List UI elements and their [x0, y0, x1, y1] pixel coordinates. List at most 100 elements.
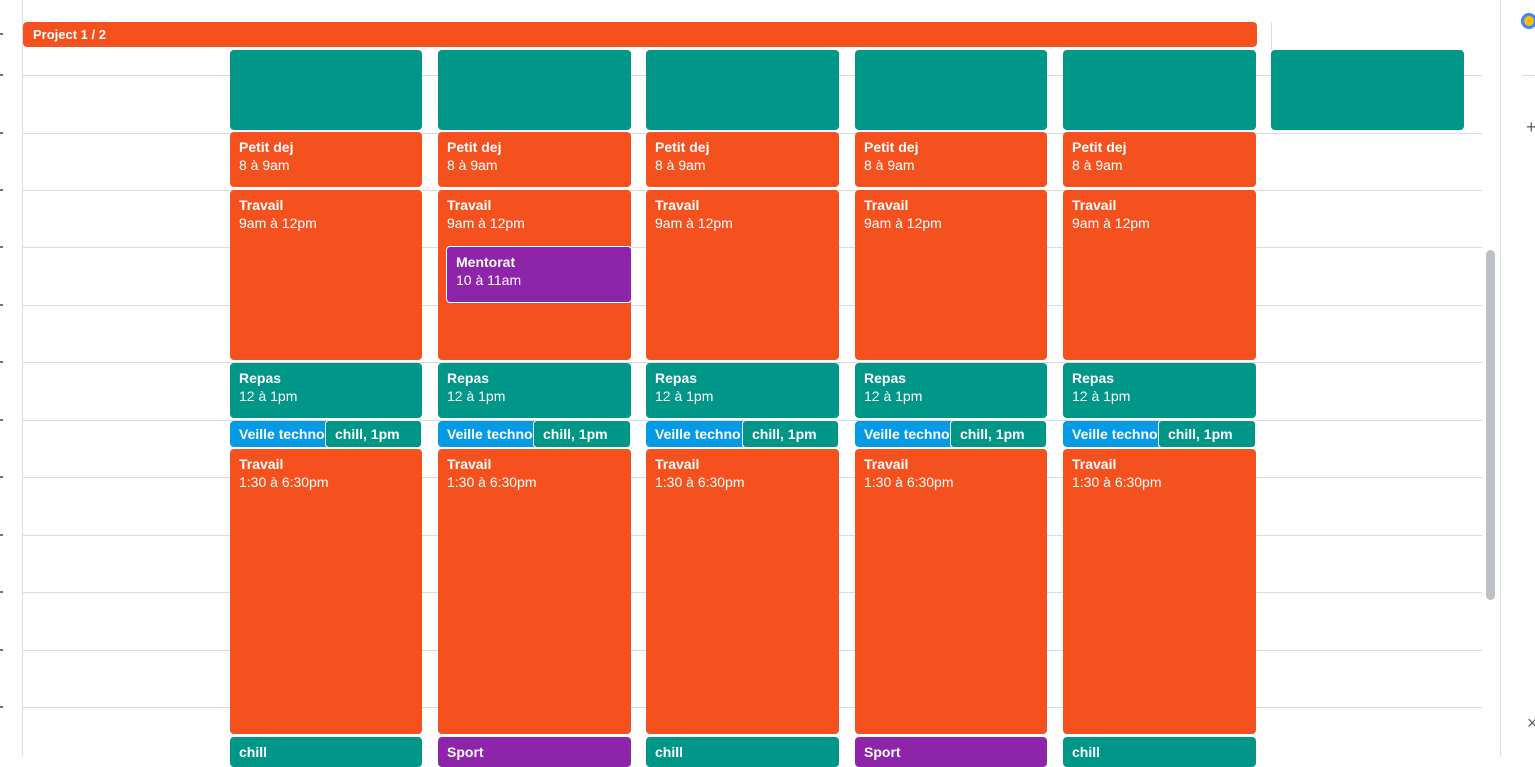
- event-petit-dej[interactable]: Petit dej 8 à 9am: [230, 132, 422, 187]
- event-title: chill: [655, 744, 684, 760]
- event-time: 12 à 1pm: [239, 388, 298, 404]
- event-time: 9am à 12pm: [655, 215, 733, 231]
- time-tick: [0, 132, 3, 134]
- event-block-weekend[interactable]: [1271, 50, 1464, 130]
- time-tick: [0, 189, 3, 191]
- side-panel-separator: [1522, 75, 1535, 76]
- event-chill-1pm[interactable]: chill, 1pm: [325, 420, 422, 448]
- event-travail-am[interactable]: Travail 9am à 12pm: [1063, 190, 1256, 360]
- event-veille-techno[interactable]: Veille techno: [438, 421, 538, 447]
- event-repas[interactable]: Repas 12 à 1pm: [1063, 363, 1256, 418]
- event-time: 12 à 1pm: [655, 388, 714, 404]
- event-time: 8 à 9am: [239, 157, 290, 173]
- event-chill-1pm[interactable]: chill, 1pm: [742, 420, 839, 448]
- event-time: 9am à 12pm: [239, 215, 317, 231]
- time-gutter-divider: [22, 0, 23, 756]
- event-chill-1pm[interactable]: chill, 1pm: [533, 420, 631, 448]
- event-time: 9am à 12pm: [864, 215, 942, 231]
- event-time: 10 à 11am: [456, 272, 522, 288]
- event-block-early[interactable]: [1063, 50, 1256, 130]
- event-evening[interactable]: Sport: [438, 737, 631, 767]
- close-icon[interactable]: ×: [1527, 714, 1535, 732]
- event-time: 8 à 9am: [655, 157, 706, 173]
- event-veille-techno[interactable]: Veille techno: [1063, 421, 1163, 447]
- event-travail-am[interactable]: Travail 9am à 12pm: [855, 190, 1047, 360]
- event-time: 1:30 à 6:30pm: [864, 474, 954, 490]
- event-veille-techno[interactable]: Veille techno: [855, 421, 955, 447]
- time-tick: [0, 591, 3, 593]
- event-time: 8 à 9am: [447, 157, 498, 173]
- event-evening[interactable]: chill: [646, 737, 839, 767]
- event-travail-pm[interactable]: Travail 1:30 à 6:30pm: [230, 449, 422, 734]
- event-travail-am[interactable]: Travail 9am à 12pm: [230, 190, 422, 360]
- time-tick: [0, 246, 3, 248]
- event-evening[interactable]: chill: [1063, 737, 1256, 767]
- event-time: 1:30 à 6:30pm: [239, 474, 329, 490]
- event-petit-dej[interactable]: Petit dej 8 à 9am: [1063, 132, 1256, 187]
- event-travail-am[interactable]: Travail 9am à 12pm: [646, 190, 839, 360]
- keep-icon[interactable]: [1521, 13, 1535, 29]
- event-time: 12 à 1pm: [1072, 388, 1131, 404]
- event-time: 9am à 12pm: [1072, 215, 1150, 231]
- time-tick: [0, 476, 3, 478]
- event-title: Petit dej: [1072, 139, 1127, 155]
- time-tick: [0, 649, 3, 651]
- time-tick: [0, 419, 3, 421]
- vertical-scrollbar[interactable]: [1486, 250, 1495, 600]
- event-repas[interactable]: Repas 12 à 1pm: [438, 363, 631, 418]
- event-title: Travail: [1072, 456, 1117, 472]
- all-day-event-banner[interactable]: Project 1 / 2: [23, 22, 1257, 47]
- event-title: Petit dej: [864, 139, 919, 155]
- event-chill-1pm[interactable]: chill, 1pm: [950, 420, 1047, 448]
- event-title: Travail: [655, 197, 700, 213]
- event-time: 1:30 à 6:30pm: [655, 474, 745, 490]
- event-title: chill: [239, 744, 268, 760]
- event-title: Repas: [1072, 370, 1115, 386]
- event-repas[interactable]: Repas 12 à 1pm: [230, 363, 422, 418]
- event-evening[interactable]: Sport: [855, 737, 1047, 767]
- event-block-early[interactable]: [855, 50, 1047, 130]
- event-veille-techno[interactable]: Veille techno: [230, 421, 330, 447]
- event-title: Travail: [864, 456, 909, 472]
- side-panel-divider: [1500, 0, 1501, 756]
- event-veille-techno[interactable]: Veille techno: [646, 421, 746, 447]
- plus-icon[interactable]: +: [1526, 118, 1535, 136]
- event-mentorat[interactable]: Mentorat 10 à 11am: [446, 246, 632, 303]
- event-repas[interactable]: Repas 12 à 1pm: [855, 363, 1047, 418]
- event-title: Sport: [447, 744, 484, 760]
- time-tick: [0, 706, 3, 708]
- time-tick: [0, 361, 3, 363]
- event-travail-pm[interactable]: Travail 1:30 à 6:30pm: [646, 449, 839, 734]
- event-time: 8 à 9am: [1072, 157, 1123, 173]
- event-petit-dej[interactable]: Petit dej 8 à 9am: [646, 132, 839, 187]
- time-tick: [0, 74, 3, 76]
- event-title: Repas: [239, 370, 282, 386]
- event-travail-pm[interactable]: Travail 1:30 à 6:30pm: [855, 449, 1047, 734]
- event-travail-pm[interactable]: Travail 1:30 à 6:30pm: [438, 449, 631, 734]
- event-title: Travail: [239, 197, 284, 213]
- event-evening[interactable]: chill: [230, 737, 422, 767]
- event-title: Travail: [1072, 197, 1117, 213]
- event-petit-dej[interactable]: Petit dej 8 à 9am: [438, 132, 631, 187]
- event-block-early[interactable]: [646, 50, 839, 130]
- event-petit-dej[interactable]: Petit dej 8 à 9am: [855, 132, 1047, 187]
- event-title: Repas: [655, 370, 698, 386]
- event-time: 1:30 à 6:30pm: [447, 474, 537, 490]
- event-title: Sport: [864, 744, 901, 760]
- event-block-early[interactable]: [438, 50, 631, 130]
- event-time: 1:30 à 6:30pm: [1072, 474, 1162, 490]
- event-time: 8 à 9am: [864, 157, 915, 173]
- event-title: Travail: [447, 197, 492, 213]
- event-title: Repas: [864, 370, 907, 386]
- event-travail-pm[interactable]: Travail 1:30 à 6:30pm: [1063, 449, 1256, 734]
- event-title: Travail: [447, 456, 492, 472]
- event-chill-1pm[interactable]: chill, 1pm: [1158, 420, 1256, 448]
- event-time: 12 à 1pm: [447, 388, 506, 404]
- event-title: Petit dej: [447, 139, 502, 155]
- event-title: chill: [1072, 744, 1101, 760]
- event-title: Travail: [239, 456, 284, 472]
- event-title: Repas: [447, 370, 490, 386]
- event-block-early[interactable]: [230, 50, 422, 130]
- event-repas[interactable]: Repas 12 à 1pm: [646, 363, 839, 418]
- event-title: Petit dej: [239, 139, 294, 155]
